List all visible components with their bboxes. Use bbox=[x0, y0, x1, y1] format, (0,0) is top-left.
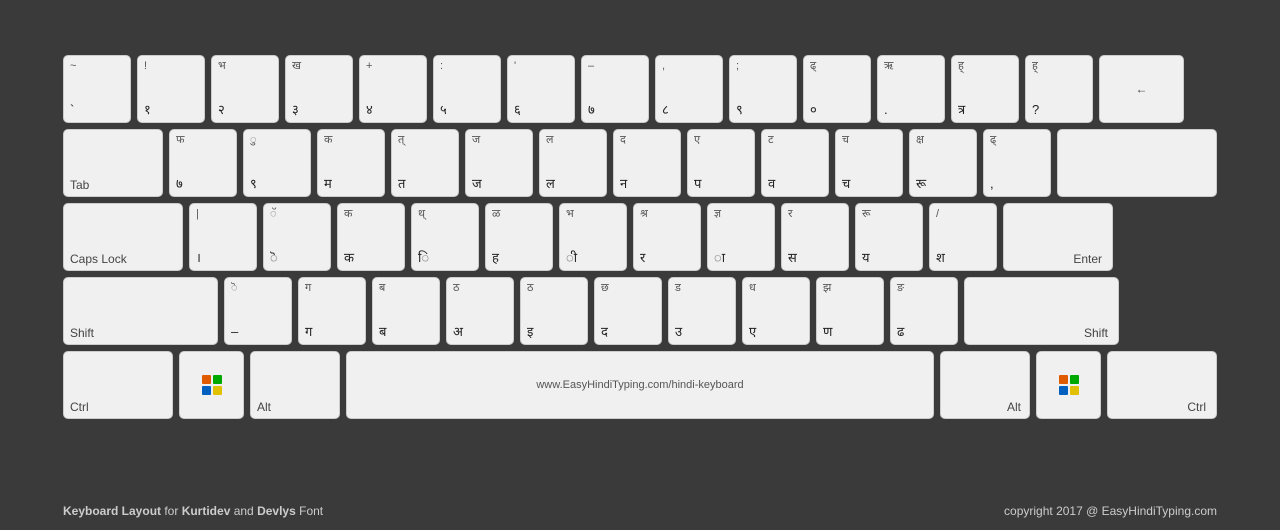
key-s[interactable]: ॅ ॆ bbox=[263, 203, 331, 271]
key-win-left[interactable] bbox=[179, 351, 244, 419]
key-f[interactable]: थ् ि bbox=[411, 203, 479, 271]
key-k[interactable]: ज्ञ ा bbox=[707, 203, 775, 271]
key-v[interactable]: ठ अ bbox=[446, 277, 514, 345]
key-2[interactable]: भ २ bbox=[211, 55, 279, 123]
key-minus[interactable]: ऋ . bbox=[877, 55, 945, 123]
key-l[interactable]: र स bbox=[781, 203, 849, 271]
row-tab: Tab फ ७ ु ९ क म त् त ज ज ल ल द न bbox=[63, 129, 1217, 197]
key-4[interactable]: + ४ bbox=[359, 55, 427, 123]
key-equals[interactable]: ह् त्र bbox=[951, 55, 1019, 123]
key-tab[interactable]: Tab bbox=[63, 129, 163, 197]
key-shift-right[interactable]: Shift bbox=[964, 277, 1119, 345]
key-g[interactable]: ळ ह bbox=[485, 203, 553, 271]
key-backslash[interactable] bbox=[1057, 129, 1217, 197]
key-i[interactable]: ए प bbox=[687, 129, 755, 197]
key-3[interactable]: ख ३ bbox=[285, 55, 353, 123]
key-0[interactable]: ढ् ० bbox=[803, 55, 871, 123]
key-p[interactable]: च च bbox=[835, 129, 903, 197]
key-t[interactable]: ज ज bbox=[465, 129, 533, 197]
key-semicolon[interactable]: रू य bbox=[855, 203, 923, 271]
key-h[interactable]: भ ी bbox=[559, 203, 627, 271]
key-8[interactable]: , ८ bbox=[655, 55, 723, 123]
key-space[interactable]: www.EasyHindiTyping.com/hindi-keyboard bbox=[346, 351, 934, 419]
key-n[interactable]: छ द bbox=[594, 277, 662, 345]
row-number: ~ ` ! १ भ २ ख ३ + ४ : ५ ' ६ – ७ bbox=[63, 55, 1217, 123]
key-period[interactable]: झ ण bbox=[816, 277, 884, 345]
row-caps: Caps Lock | । ॅ ॆ क क थ् ि ळ ह भ ी श्र र bbox=[63, 203, 1217, 271]
key-b[interactable]: ठ इ bbox=[520, 277, 588, 345]
key-1[interactable]: ! १ bbox=[137, 55, 205, 123]
key-alt-right[interactable]: Alt bbox=[940, 351, 1030, 419]
key-enter[interactable]: Enter bbox=[1003, 203, 1113, 271]
key-j[interactable]: श्र र bbox=[633, 203, 701, 271]
key-lbracket[interactable]: क्ष रू bbox=[909, 129, 977, 197]
footer-left: Keyboard Layout for Kurtidev and Devlys … bbox=[63, 504, 323, 518]
row-shift: Shift ॆ – ग ग ब ब ठ अ ठ इ छ द ड उ bbox=[63, 277, 1217, 345]
key-y[interactable]: ल ल bbox=[539, 129, 607, 197]
key-ctrl-right[interactable]: Ctrl bbox=[1107, 351, 1217, 419]
key-shift-left[interactable]: Shift bbox=[63, 277, 218, 345]
key-x[interactable]: ग ग bbox=[298, 277, 366, 345]
key-a[interactable]: | । bbox=[189, 203, 257, 271]
key-win-right[interactable] bbox=[1036, 351, 1101, 419]
key-comma[interactable]: ध ए bbox=[742, 277, 810, 345]
key-ctrl-left[interactable]: Ctrl bbox=[63, 351, 173, 419]
keyboard: ~ ` ! १ भ २ ख ३ + ४ : ५ ' ६ – ७ bbox=[63, 55, 1217, 425]
key-c[interactable]: ब ब bbox=[372, 277, 440, 345]
key-backtick[interactable]: ~ ` bbox=[63, 55, 131, 123]
key-z[interactable]: ॆ – bbox=[224, 277, 292, 345]
key-e[interactable]: क म bbox=[317, 129, 385, 197]
key-u[interactable]: द न bbox=[613, 129, 681, 197]
key-r[interactable]: त् त bbox=[391, 129, 459, 197]
key-m[interactable]: ड उ bbox=[668, 277, 736, 345]
key-alt-left[interactable]: Alt bbox=[250, 351, 340, 419]
key-slash[interactable]: ङ ढ bbox=[890, 277, 958, 345]
key-q[interactable]: फ ७ bbox=[169, 129, 237, 197]
key-7[interactable]: – ७ bbox=[581, 55, 649, 123]
key-w[interactable]: ु ९ bbox=[243, 129, 311, 197]
key-o[interactable]: ट व bbox=[761, 129, 829, 197]
key-d[interactable]: क क bbox=[337, 203, 405, 271]
key-5[interactable]: : ५ bbox=[433, 55, 501, 123]
key-backspace[interactable]: ← bbox=[1099, 55, 1184, 123]
footer: Keyboard Layout for Kurtidev and Devlys … bbox=[63, 504, 1217, 518]
key-6[interactable]: ' ६ bbox=[507, 55, 575, 123]
key-apostrophe[interactable]: / श bbox=[929, 203, 997, 271]
key-9[interactable]: ; ९ bbox=[729, 55, 797, 123]
key-rbracket[interactable]: ढ् , bbox=[983, 129, 1051, 197]
key-capslock[interactable]: Caps Lock bbox=[63, 203, 183, 271]
footer-right: copyright 2017 @ EasyHindiTyping.com bbox=[1004, 504, 1217, 518]
key-bracket[interactable]: ह् ? bbox=[1025, 55, 1093, 123]
row-bottom: Ctrl Alt www.EasyHindiTyping.com/hindi-k… bbox=[63, 351, 1217, 419]
